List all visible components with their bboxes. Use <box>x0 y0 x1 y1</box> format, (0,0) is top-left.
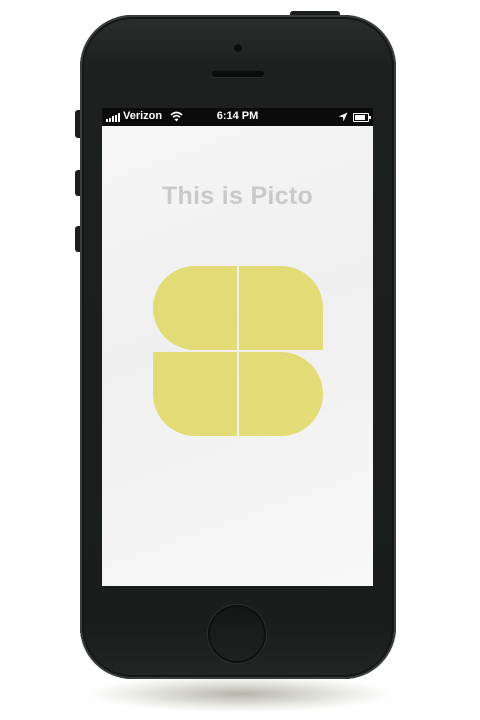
picto-logo <box>153 266 323 436</box>
location-icon <box>338 112 348 122</box>
page-title: This is Picto <box>161 182 314 210</box>
app-screen: Verizon 6:14 PM This is Picto <box>102 108 373 586</box>
home-button[interactable] <box>208 605 266 663</box>
earpiece-speaker <box>212 71 264 77</box>
floor-shadow <box>88 676 392 712</box>
front-camera <box>234 44 242 52</box>
battery-icon <box>353 113 371 122</box>
status-time: 6:14 PM <box>216 110 259 122</box>
status-bar: Verizon 6:14 PM <box>102 108 373 126</box>
